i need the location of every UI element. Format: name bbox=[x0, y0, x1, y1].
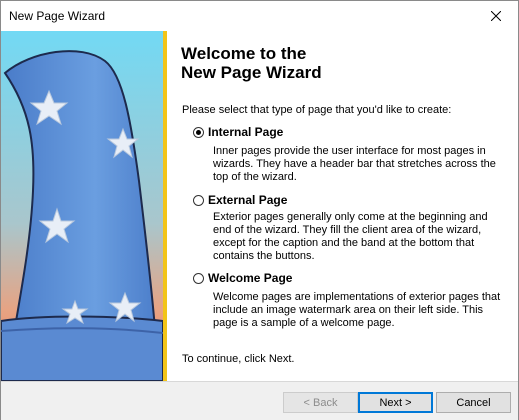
radio-welcome-page-label[interactable]: Welcome Page bbox=[208, 271, 292, 285]
welcome-page-description: Welcome pages are implementations of ext… bbox=[213, 291, 501, 329]
wizard-hat-image bbox=[1, 31, 163, 381]
radio-external-page-indicator[interactable] bbox=[193, 194, 204, 206]
page-title: Welcome to the New Page Wizard bbox=[181, 44, 322, 82]
continue-instruction: To continue, click Next. bbox=[182, 353, 295, 365]
cancel-button[interactable]: Cancel bbox=[436, 392, 511, 413]
window-title: New Page Wizard bbox=[9, 9, 106, 23]
radio-internal-page[interactable]: Internal Page bbox=[193, 125, 283, 139]
wizard-window: New Page Wizard Welcome to the New Page … bbox=[0, 0, 519, 420]
back-button[interactable]: < Back bbox=[283, 392, 358, 413]
radio-welcome-page-indicator[interactable] bbox=[193, 272, 204, 284]
external-page-description: Exterior pages generally only come at th… bbox=[213, 211, 488, 262]
title-bar: New Page Wizard bbox=[1, 1, 518, 31]
radio-external-page[interactable]: External Page bbox=[193, 193, 287, 207]
close-icon bbox=[491, 11, 501, 21]
radio-internal-page-label[interactable]: Internal Page bbox=[208, 125, 283, 139]
radio-external-page-label[interactable]: External Page bbox=[208, 193, 287, 207]
accent-band bbox=[163, 31, 167, 381]
close-button[interactable] bbox=[474, 1, 518, 31]
page-prompt: Please select that type of page that you… bbox=[182, 104, 452, 116]
wizard-content: Welcome to the New Page Wizard Please se… bbox=[181, 31, 511, 381]
next-button[interactable]: Next > bbox=[358, 392, 433, 413]
button-bar: < Back Next > Cancel bbox=[1, 381, 518, 420]
internal-page-description: Inner pages provide the user interface f… bbox=[213, 145, 496, 183]
radio-internal-page-indicator[interactable] bbox=[193, 126, 204, 138]
radio-welcome-page[interactable]: Welcome Page bbox=[193, 271, 292, 285]
